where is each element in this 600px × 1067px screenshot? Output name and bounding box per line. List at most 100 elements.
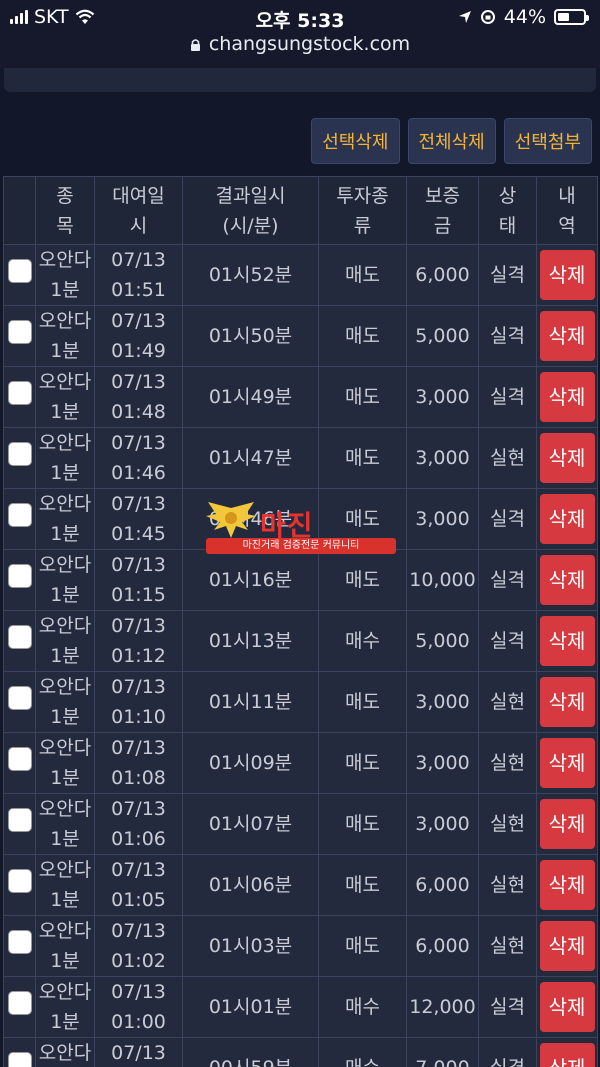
row-checkbox[interactable] bbox=[7, 380, 32, 405]
invest-type-cell: 매도 bbox=[318, 366, 407, 428]
invest-type-cell: 매수 bbox=[318, 1037, 407, 1067]
address-bar[interactable]: changsungstock.com bbox=[0, 33, 600, 55]
history-cell: 삭제 bbox=[536, 549, 598, 611]
rental-date-cell: 07/13 01:08 bbox=[94, 732, 183, 794]
delete-button[interactable]: 삭제 bbox=[539, 555, 595, 605]
row-checkbox[interactable] bbox=[7, 563, 32, 588]
rental-date-cell: 07/1300:58 bbox=[94, 1037, 183, 1067]
row-checkbox[interactable] bbox=[7, 624, 32, 649]
eagle-icon bbox=[206, 502, 256, 538]
row-select-cell bbox=[3, 244, 36, 306]
history-cell: 삭제 bbox=[536, 915, 598, 977]
row-checkbox[interactable] bbox=[7, 929, 32, 954]
deposit-cell: 3,000 bbox=[406, 366, 479, 428]
status-cell: 실격 bbox=[478, 244, 537, 306]
battery-percent: 44% bbox=[503, 6, 546, 28]
item-cell: 오안다1분 bbox=[35, 305, 95, 367]
deposit-cell: 3,000 bbox=[406, 793, 479, 855]
rental-date-cell: 07/13 01:15 bbox=[94, 549, 183, 611]
table-row: 오안다 1분 07/13 01:12 01시13분 매수 5,000 실격 삭제 bbox=[3, 610, 598, 672]
table-row: 오안다1분07/1300:5800시59분매수7,000실격삭제 bbox=[3, 1037, 598, 1067]
action-toolbar: 선택삭제 전체삭제 선택첨부 bbox=[311, 118, 592, 164]
header-deposit: 보증 금 bbox=[406, 176, 479, 245]
result-time-cell: 01시01분 bbox=[182, 976, 319, 1038]
delete-button[interactable]: 삭제 bbox=[539, 677, 595, 727]
row-select-cell bbox=[3, 915, 36, 977]
result-time-cell: 01시47분 bbox=[182, 427, 319, 489]
delete-button[interactable]: 삭제 bbox=[539, 494, 595, 544]
deposit-cell: 3,000 bbox=[406, 488, 479, 550]
row-checkbox[interactable] bbox=[7, 502, 32, 527]
rental-date-cell: 07/13 01:46 bbox=[94, 427, 183, 489]
delete-all-button[interactable]: 전체삭제 bbox=[407, 118, 496, 164]
item-cell: 오안다1분 bbox=[35, 244, 95, 306]
select-delete-button[interactable]: 선택삭제 bbox=[311, 118, 400, 164]
item-cell: 오안다1분 bbox=[35, 610, 95, 672]
item-cell: 오안다1분 bbox=[35, 915, 95, 977]
status-cell: 실현 bbox=[478, 915, 537, 977]
delete-button[interactable]: 삭제 bbox=[539, 860, 595, 910]
status-right: 44% bbox=[458, 6, 589, 28]
row-checkbox[interactable] bbox=[7, 319, 32, 344]
rental-date-cell: 07/13 01:02 bbox=[94, 915, 183, 977]
history-cell: 삭제 bbox=[536, 427, 598, 489]
header-result-time: 결과일시 (시/분) bbox=[182, 176, 319, 245]
invest-type-cell: 매도 bbox=[318, 915, 407, 977]
item-cell: 오안다1분 bbox=[35, 854, 95, 916]
item-cell: 오안다1분 bbox=[35, 671, 95, 733]
delete-button[interactable]: 삭제 bbox=[539, 982, 595, 1032]
delete-button[interactable]: 삭제 bbox=[539, 921, 595, 971]
select-attach-button[interactable]: 선택첨부 bbox=[503, 118, 592, 164]
rental-date-cell: 07/13 01:49 bbox=[94, 305, 183, 367]
delete-button[interactable]: 삭제 bbox=[539, 1043, 595, 1067]
table-row: 오안다 1분 07/13 01:02 01시03분 매도 6,000 실현 삭제 bbox=[3, 915, 598, 977]
result-time-cell: 01시13분 bbox=[182, 610, 319, 672]
history-cell: 삭제 bbox=[536, 610, 598, 672]
table-row: 오안다 1분 07/13 01:46 01시47분 매도 3,000 실현 삭제 bbox=[3, 427, 598, 489]
row-checkbox[interactable] bbox=[7, 990, 32, 1015]
table-row: 오안다 1분 07/13 01:05 01시06분 매도 6,000 실현 삭제 bbox=[3, 854, 598, 916]
location-icon bbox=[458, 11, 471, 23]
header-select bbox=[3, 176, 36, 245]
deposit-cell: 6,000 bbox=[406, 915, 479, 977]
item-cell: 오안다1분 bbox=[35, 793, 95, 855]
page-header-bar bbox=[4, 68, 596, 92]
status-cell: 실격 bbox=[478, 549, 537, 611]
table-row: 오안다 1분 07/13 01:10 01시11분 매도 3,000 실현 삭제 bbox=[3, 671, 598, 733]
delete-button[interactable]: 삭제 bbox=[539, 738, 595, 788]
result-time-cell: 01시06분 bbox=[182, 854, 319, 916]
rental-date-cell: 07/13 01:12 bbox=[94, 610, 183, 672]
item-cell: 오안다1분 bbox=[35, 1037, 95, 1067]
rotation-lock-icon bbox=[480, 10, 495, 24]
row-checkbox[interactable] bbox=[7, 258, 32, 283]
row-checkbox[interactable] bbox=[7, 807, 32, 832]
row-select-cell bbox=[3, 671, 36, 733]
invest-type-cell: 매도 bbox=[318, 305, 407, 367]
header-rental-date: 대여일 시 bbox=[94, 176, 183, 245]
delete-button[interactable]: 삭제 bbox=[539, 311, 595, 361]
row-checkbox[interactable] bbox=[7, 746, 32, 771]
history-cell: 삭제 bbox=[536, 1037, 598, 1067]
invest-type-cell: 매도 bbox=[318, 427, 407, 489]
delete-button[interactable]: 삭제 bbox=[539, 372, 595, 422]
row-select-cell bbox=[3, 976, 36, 1038]
row-checkbox[interactable] bbox=[7, 441, 32, 466]
status-cell: 실격 bbox=[478, 366, 537, 428]
delete-button[interactable]: 삭제 bbox=[539, 799, 595, 849]
status-cell: 실격 bbox=[478, 305, 537, 367]
item-cell: 오안다1분 bbox=[35, 549, 95, 611]
result-time-cell: 01시07분 bbox=[182, 793, 319, 855]
table-row: 오안다 1분 07/13 01:08 01시09분 매도 3,000 실현 삭제 bbox=[3, 732, 598, 794]
row-checkbox[interactable] bbox=[7, 1051, 32, 1067]
delete-button[interactable]: 삭제 bbox=[539, 433, 595, 483]
table-row: 오안다 1분 07/13 01:51 01시52분 매도 6,000 실격 삭제 bbox=[3, 244, 598, 306]
deposit-cell: 6,000 bbox=[406, 244, 479, 306]
history-cell: 삭제 bbox=[536, 305, 598, 367]
deposit-cell: 3,000 bbox=[406, 427, 479, 489]
row-checkbox[interactable] bbox=[7, 868, 32, 893]
delete-button[interactable]: 삭제 bbox=[539, 250, 595, 300]
row-checkbox[interactable] bbox=[7, 685, 32, 710]
delete-button[interactable]: 삭제 bbox=[539, 616, 595, 666]
deposit-cell: 7,000 bbox=[406, 1037, 479, 1067]
url-text: changsungstock.com bbox=[208, 33, 411, 55]
